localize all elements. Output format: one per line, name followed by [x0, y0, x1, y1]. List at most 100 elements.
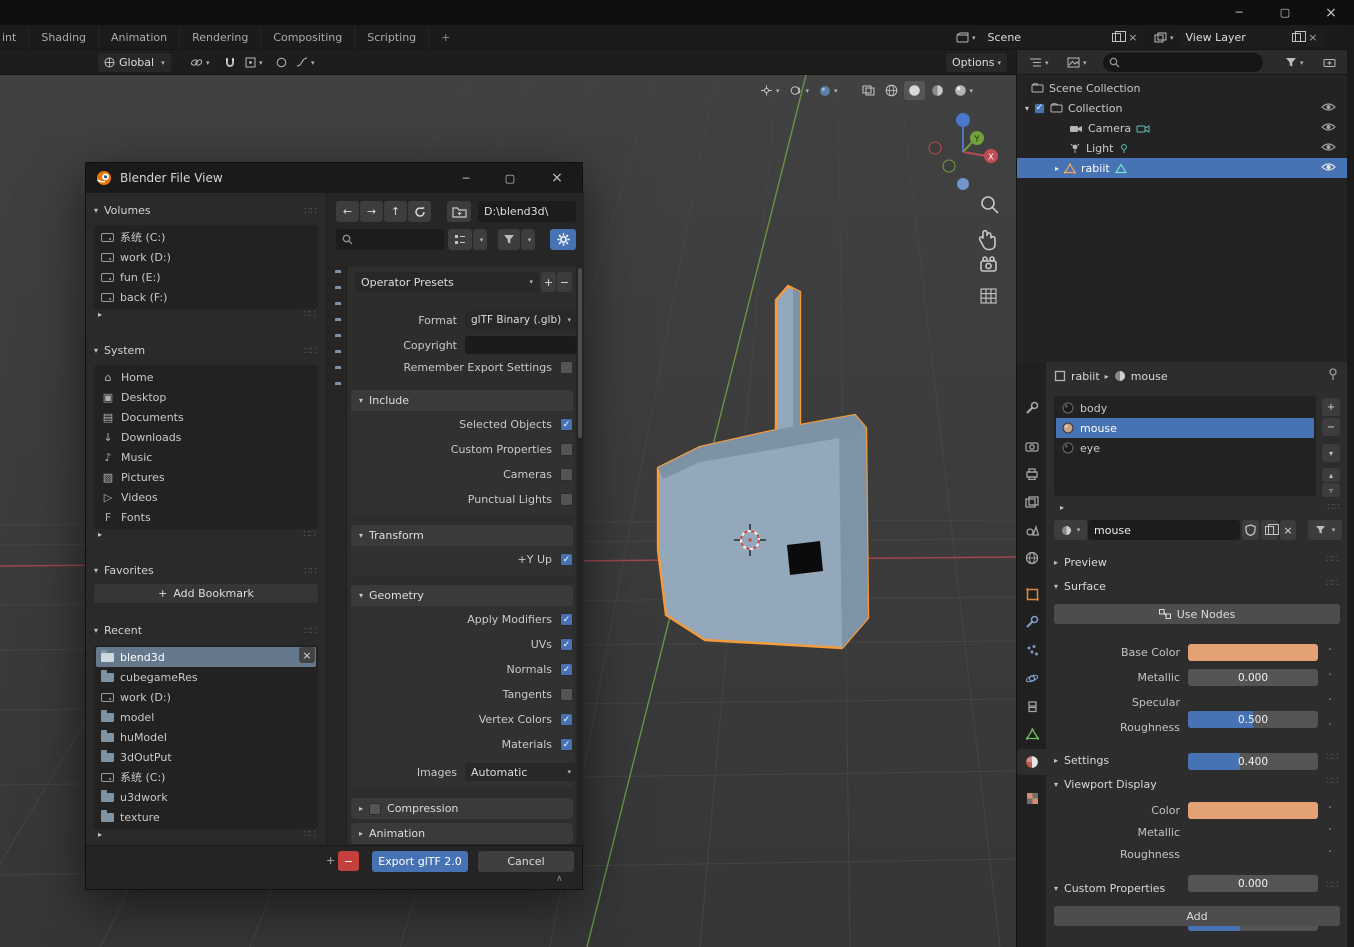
shading-material-button[interactable]	[927, 81, 948, 100]
gizmo-z-neg[interactable]	[957, 178, 969, 190]
tab-object-data[interactable]	[1017, 721, 1047, 747]
new-collection-button[interactable]	[1319, 53, 1340, 72]
resize-grip[interactable]: ∷∷	[1327, 502, 1340, 513]
format-dropdown[interactable]: glTF Binary (.glb)▾	[465, 311, 577, 329]
system-item-documents[interactable]: ▤Documents	[96, 407, 316, 427]
volume-item[interactable]: 系统 (C:)	[96, 227, 316, 247]
zoom-icon[interactable]	[982, 197, 998, 213]
eye-icon[interactable]	[1321, 122, 1336, 135]
uvs-checkbox[interactable]	[560, 638, 573, 651]
file-filter-dropdown[interactable]: ▾	[521, 229, 535, 250]
cameras-checkbox[interactable]	[560, 468, 573, 481]
system-item-fonts[interactable]: FFonts	[96, 507, 316, 527]
file-view-settings-button[interactable]	[550, 229, 576, 250]
base-color-swatch[interactable]	[1188, 644, 1318, 661]
volume-item[interactable]: work (D:)	[96, 247, 316, 267]
recent-item[interactable]: cubegameRes	[96, 667, 316, 687]
snap-pivot-dropdown[interactable]: ▾	[186, 53, 214, 72]
dialog-close-button[interactable]: ×	[532, 163, 582, 193]
materials-checkbox[interactable]	[560, 738, 573, 751]
remove-slot-button[interactable]: −	[1322, 418, 1340, 436]
tab-physics[interactable]	[1017, 665, 1047, 691]
add-slot-button[interactable]: +	[1322, 398, 1340, 416]
options-dropdown[interactable]: Options ▾	[946, 53, 1007, 72]
refresh-button[interactable]	[408, 201, 431, 222]
copyright-input[interactable]	[465, 336, 577, 354]
apply-modifiers-checkbox[interactable]	[560, 613, 573, 626]
add-custom-property-button[interactable]: Add	[1054, 906, 1340, 926]
tab-material[interactable]	[1017, 749, 1047, 775]
snap-toggle-button[interactable]	[220, 53, 240, 72]
add-bookmark-button[interactable]: + Add Bookmark	[94, 584, 318, 603]
recent-item[interactable]: huModel	[96, 727, 316, 747]
tab-modifiers[interactable]	[1017, 609, 1047, 635]
remember-checkbox[interactable]	[560, 361, 573, 374]
recent-item[interactable]: u3dwork	[96, 787, 316, 807]
compression-section-header[interactable]: ▸ Compression	[351, 798, 573, 819]
tab-shading[interactable]: Shading	[29, 25, 99, 50]
shading-wireframe-button[interactable]	[881, 81, 902, 100]
new-material-button[interactable]	[1261, 520, 1278, 540]
unlink-material-button[interactable]: ×	[1280, 520, 1296, 540]
volume-item[interactable]: back (F:)	[96, 287, 316, 307]
collection-checkbox[interactable]	[1034, 103, 1045, 114]
outliner-row-rabiit[interactable]: ▸ rabiit	[1017, 158, 1348, 178]
punctual-lights-checkbox[interactable]	[560, 493, 573, 506]
display-mode-dropdown[interactable]: ▾	[1063, 53, 1091, 72]
tangents-checkbox[interactable]	[560, 688, 573, 701]
view-layer-browse-button[interactable]: ▾	[1150, 28, 1178, 47]
system-item-downloads[interactable]: ↓Downloads	[96, 427, 316, 447]
metallic-slider[interactable]: 0.000	[1188, 669, 1318, 686]
transform-orientation-dropdown[interactable]: Global ▾	[98, 53, 171, 72]
increment-filename-label[interactable]: +	[326, 854, 335, 867]
eye-icon[interactable]	[1321, 102, 1336, 115]
scene-name-field[interactable]: Scene ×	[982, 28, 1144, 47]
toggle-ortho-icon[interactable]	[981, 289, 996, 303]
window-minimize-button[interactable]: ─	[1216, 0, 1262, 25]
favorites-section-header[interactable]: ▾Favorites	[94, 564, 154, 577]
browse-material-button[interactable]: ▾	[1054, 520, 1087, 540]
back-button[interactable]: ←	[336, 201, 359, 222]
tab-particles[interactable]	[1017, 637, 1047, 663]
animate-dot-icon[interactable]: ·	[1328, 693, 1332, 708]
show-overlays-dropdown[interactable]: ▾	[786, 81, 814, 100]
volume-item[interactable]: fun (E:)	[96, 267, 316, 287]
dialog-minimize-button[interactable]: ─	[444, 163, 488, 193]
dialog-titlebar[interactable]: Blender File View ─ ▢ ×	[86, 163, 582, 193]
gizmo-x-neg[interactable]	[929, 142, 941, 154]
slot-mouse[interactable]: mouse	[1056, 418, 1314, 438]
tab-paint[interactable]: int	[0, 25, 29, 50]
slot-eye[interactable]: eye	[1056, 438, 1314, 458]
disclosure-triangle-icon[interactable]: ▾	[1025, 104, 1029, 113]
tab-output[interactable]	[1017, 461, 1047, 487]
recent-item[interactable]: work (D:)	[96, 687, 316, 707]
material-name-field[interactable]: mouse	[1088, 520, 1240, 540]
system-section-header[interactable]: ▾System	[94, 344, 145, 357]
specular-slider[interactable]: 0.500	[1188, 711, 1318, 728]
shading-solid-button[interactable]	[904, 81, 925, 100]
forward-button[interactable]: →	[360, 201, 383, 222]
remove-view-layer-icon[interactable]: ×	[1308, 31, 1317, 44]
cancel-button[interactable]: Cancel	[478, 851, 574, 872]
tab-animation[interactable]: Animation	[99, 25, 180, 50]
editor-type-dropdown[interactable]: ▾	[1025, 53, 1053, 72]
slot-body[interactable]: body	[1056, 398, 1314, 418]
recent-item[interactable]: model	[96, 707, 316, 727]
volumes-section-header[interactable]: ▾Volumes	[94, 204, 151, 217]
shading-rendered-button[interactable]: ▾	[950, 81, 978, 100]
settings-section-header[interactable]: ▸Settings	[1054, 750, 1109, 770]
slot-specials-dropdown[interactable]: ▾	[1322, 444, 1340, 462]
camera-view-icon[interactable]	[981, 257, 996, 271]
viewport-display-section-header[interactable]: ▾Viewport Display	[1054, 774, 1157, 794]
navigation-gizmo[interactable]: Y X	[929, 113, 998, 190]
system-item-videos[interactable]: ▷Videos	[96, 487, 316, 507]
recent-section-header[interactable]: ▾Recent	[94, 624, 142, 637]
tab-scripting[interactable]: Scripting	[355, 25, 429, 50]
tab-object[interactable]	[1017, 581, 1047, 607]
material-filter-dropdown[interactable]: ▾	[1308, 520, 1342, 540]
surface-section-header[interactable]: ▾Surface	[1054, 576, 1106, 596]
expand-icon[interactable]: ▸	[98, 310, 102, 319]
new-view-layer-icon[interactable]	[1292, 33, 1301, 42]
outliner-row-camera[interactable]: Camera	[1017, 118, 1348, 138]
shading-preview-dropdown[interactable]: ▾	[815, 81, 842, 100]
